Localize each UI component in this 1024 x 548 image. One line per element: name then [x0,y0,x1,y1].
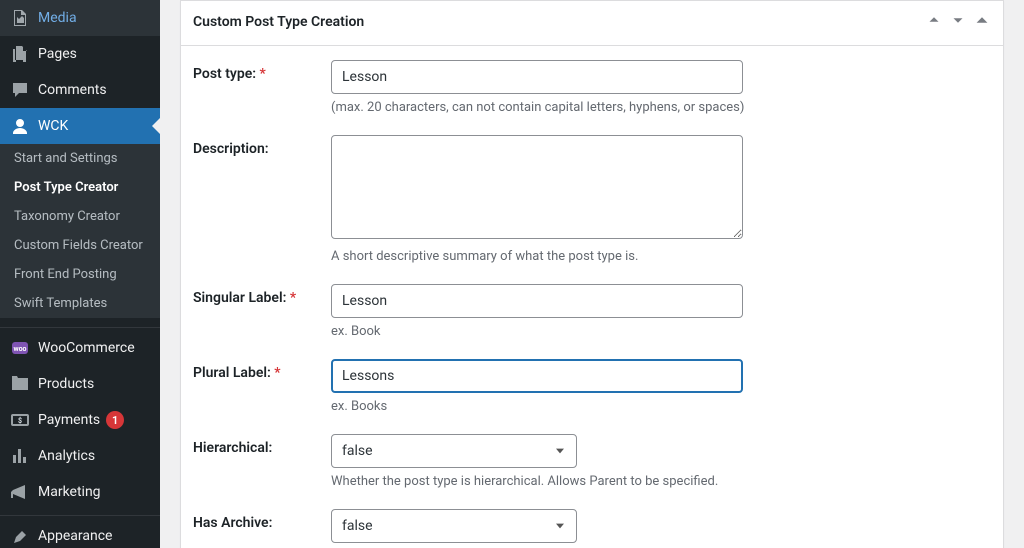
required-asterisk: * [286,290,296,306]
sidebar-item-label: Pages [38,46,77,62]
payments-badge: 1 [106,411,124,429]
singular-label-input[interactable] [331,284,743,318]
panel-body: Post type: * (max. 20 characters, can no… [181,46,1003,548]
pages-icon [10,44,30,64]
sidebar-item-pages[interactable]: Pages [0,36,160,72]
sidebar-item-label: Products [38,376,94,392]
singular-hint: ex. Book [331,324,991,339]
media-icon [10,8,30,28]
sidebar-submenu-wck: Start and Settings Post Type Creator Tax… [0,144,160,318]
sidebar-sub-post-type-creator[interactable]: Post Type Creator [0,173,160,202]
products-icon [10,374,30,394]
description-hint: A short descriptive summary of what the … [331,249,991,264]
label-plural: Plural Label: * [193,359,331,381]
sidebar-item-label: Comments [38,82,107,98]
admin-sidebar: Media Pages Comments WCK Start and Setti… [0,0,160,548]
row-post-type: Post type: * (max. 20 characters, can no… [193,60,991,115]
sidebar-item-woocommerce[interactable]: woo WooCommerce [0,327,160,366]
wck-icon [10,116,30,136]
row-plural-label: Plural Label: * ex. Books [193,359,991,414]
row-singular-label: Singular Label: * ex. Book [193,284,991,339]
sidebar-item-comments[interactable]: Comments [0,72,160,108]
sidebar-sub-front-end-posting[interactable]: Front End Posting [0,260,160,289]
label-hierarchical: Hierarchical: [193,434,331,456]
sidebar-item-label: Analytics [38,448,95,464]
payments-icon: $ [10,410,30,430]
plural-hint: ex. Books [331,399,991,414]
sidebar-item-appearance[interactable]: Appearance [0,515,160,548]
sidebar-item-wck[interactable]: WCK [0,108,160,144]
marketing-icon [10,482,30,502]
sidebar-sub-taxonomy-creator[interactable]: Taxonomy Creator [0,202,160,231]
plural-label-input[interactable] [331,359,743,393]
analytics-icon [10,446,30,466]
label-has-archive: Has Archive: [193,509,331,531]
panel-header: Custom Post Type Creation [181,1,1003,46]
row-hierarchical: Hierarchical: false Whether the post typ… [193,434,991,489]
hierarchical-hint: Whether the post type is hierarchical. A… [331,474,991,489]
comments-icon [10,80,30,100]
sidebar-item-products[interactable]: Products [0,366,160,402]
panel-collapse-icon[interactable] [973,11,991,33]
appearance-icon [10,526,30,546]
row-has-archive: Has Archive: false Enables post type arc… [193,509,991,548]
sidebar-item-marketing[interactable]: Marketing [0,474,160,510]
required-asterisk: * [271,365,281,381]
description-textarea[interactable] [331,135,743,239]
sidebar-item-payments[interactable]: $ Payments 1 [0,402,160,438]
post-type-input[interactable] [331,60,743,94]
sidebar-sub-swift-templates[interactable]: Swift Templates [0,289,160,318]
label-post-type: Post type: * [193,60,331,82]
sidebar-item-label: Appearance [38,528,112,544]
svg-text:$: $ [18,417,22,425]
sidebar-sub-custom-fields-creator[interactable]: Custom Fields Creator [0,231,160,260]
main-content: Custom Post Type Creation Post type: * (… [160,0,1024,548]
row-description: Description: A short descriptive summary… [193,135,991,264]
svg-text:woo: woo [13,345,26,353]
panel-title: Custom Post Type Creation [193,14,925,30]
panel-custom-post-type: Custom Post Type Creation Post type: * (… [180,0,1004,548]
sidebar-item-label: WCK [38,118,68,134]
label-description: Description: [193,135,331,157]
sidebar-item-analytics[interactable]: Analytics [0,438,160,474]
panel-move-up-icon[interactable] [925,11,943,33]
post-type-hint: (max. 20 characters, can not contain cap… [331,100,991,115]
panel-move-down-icon[interactable] [949,11,967,33]
has-archive-select[interactable]: false [331,509,577,543]
sidebar-item-label: Marketing [38,484,101,500]
sidebar-sub-start-settings[interactable]: Start and Settings [0,144,160,173]
sidebar-item-label: Payments [38,412,100,428]
hierarchical-select[interactable]: false [331,434,577,468]
sidebar-item-media[interactable]: Media [0,0,160,36]
sidebar-item-label: WooCommerce [38,340,135,356]
label-singular: Singular Label: * [193,284,331,306]
woocommerce-icon: woo [10,338,30,358]
required-asterisk: * [256,66,266,82]
sidebar-item-label: Media [38,10,77,26]
